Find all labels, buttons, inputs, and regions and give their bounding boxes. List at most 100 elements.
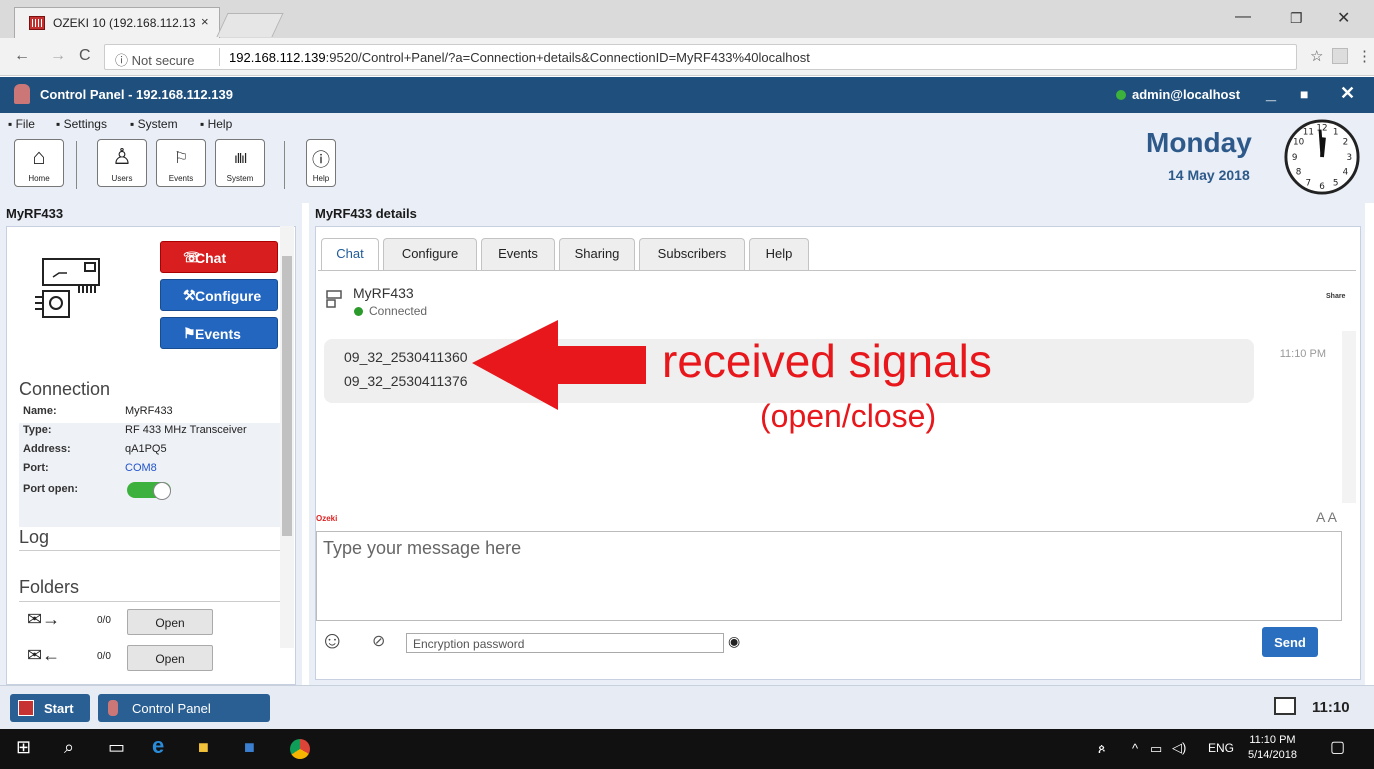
store-icon[interactable]: ■ [244,737,255,758]
tab-title: OZEKI 10 (192.168.112.13 [53,16,196,30]
volume-icon[interactable]: ◁) [1172,740,1186,756]
menu-file[interactable]: ▪ File [8,117,35,131]
svg-text:4: 4 [1343,168,1349,178]
browser-menu-icon[interactable]: ⋮ [1357,47,1372,65]
configure-button-label: Configure [195,288,262,304]
events-button[interactable]: ⚐ Events [156,139,206,187]
left-panel-scrollbar[interactable] [280,226,294,648]
close-tab-icon[interactable]: × [201,14,209,29]
forward-icon[interactable]: → [50,47,66,65]
edge-browser-icon[interactable]: e [152,733,164,759]
new-tab-button[interactable] [216,13,284,37]
start-icon [18,700,34,716]
tab-events[interactable]: Events [481,238,555,270]
configure-button[interactable]: ⚒ Configure [160,279,278,311]
port-link[interactable]: COM8 [125,462,157,474]
details-panel-body: Chat Configure Events Sharing Subscriber… [315,226,1361,680]
menu-system[interactable]: ▪ System [130,117,178,131]
system-button[interactable]: ıllıl System [215,139,265,187]
folder-count: 0/0 [97,615,111,626]
tab-chat[interactable]: Chat [321,238,379,271]
chat-button[interactable]: ☏ Chat [160,241,278,273]
encryption-password-field[interactable]: Encryption password [406,633,724,653]
tab-subscribers[interactable]: Subscribers [639,238,745,270]
help-label: Help [312,174,330,183]
browser-tab-bar: OZEKI 10 (192.168.112.13 × — ❐ ✕ [0,0,1374,38]
svg-text:10: 10 [1293,137,1304,147]
tray-chevron-icon[interactable]: ^ [1132,741,1138,756]
folders-divider [19,601,281,602]
app-close-icon[interactable]: ✕ [1340,83,1355,104]
device-small-icon [326,290,342,308]
start-button[interactable]: Start [10,694,90,722]
scrollbar-thumb[interactable] [282,256,292,536]
messages-scrollbar[interactable] [1342,331,1356,503]
url-field[interactable]: ⓘ Not secure 192.168.112.139:9520/Contro… [104,44,1297,70]
file-explorer-icon[interactable]: ■ [198,737,209,758]
tab-sharing[interactable]: Sharing [559,238,635,270]
close-window-icon[interactable]: ✕ [1337,8,1350,28]
users-button[interactable]: ♙ Users [97,139,147,187]
language-indicator[interactable]: ENG [1208,741,1234,755]
home-button[interactable]: ⌂ Home [14,139,64,187]
system-label: System [226,174,254,183]
minimize-window-icon[interactable]: — [1235,8,1251,26]
people-icon[interactable]: ጶ [1098,741,1105,757]
conn-key: Address: [23,443,71,455]
font-size-toggle[interactable]: A A [1316,509,1337,525]
open-folder-button[interactable]: Open [127,609,213,635]
url-host: 192.168.112.139 [229,50,326,65]
connection-table [19,423,281,527]
details-panel: MyRF433 details Chat Configure Events Sh… [309,203,1365,685]
tab-help[interactable]: Help [749,238,809,270]
online-status-icon [1116,90,1126,100]
menu-help-label: Help [207,117,233,131]
message-time: 11:10 PM [1279,348,1326,360]
tab-configure[interactable]: Configure [383,238,477,270]
control-panel-taskbar-button[interactable]: Control Panel [98,694,270,722]
network-icon[interactable]: ▭ [1150,741,1162,757]
day-of-week: Monday [1146,127,1252,158]
left-panel-title: MyRF433 [6,206,64,221]
search-icon[interactable]: ⌕ [64,737,74,758]
conn-value: MyRF433 [125,405,173,417]
user-account[interactable]: admin@localhost [1132,87,1240,102]
red-arrow-annotation-icon [472,320,646,410]
windows-start-icon[interactable]: ⊞ [16,737,31,758]
events-action-button[interactable]: ⚑ Events [160,317,278,349]
send-button[interactable]: Send [1262,627,1318,657]
show-password-eye-icon[interactable]: ◉ [728,633,740,650]
extension-icon[interactable] [1332,48,1348,64]
browser-tab[interactable]: OZEKI 10 (192.168.112.13 × [14,7,220,38]
chat-icon: ☏ [183,249,201,265]
share-button[interactable]: Share [1326,293,1345,300]
users-icon: ♙ [112,144,132,169]
app-maximize-icon[interactable]: ■ [1300,86,1308,102]
task-view-icon[interactable]: ▭ [108,737,125,758]
conn-key: Type: [23,424,52,436]
bookmark-star-icon[interactable]: ☆ [1310,47,1323,65]
monitor-icon[interactable] [1274,697,1296,715]
action-center-icon[interactable]: ▢ [1330,737,1345,757]
system-clock[interactable]: 11:10 PM 5/14/2018 [1248,733,1297,763]
received-message: 09_32_2530411360 [344,349,468,365]
address-bar-row: ← → C ⓘ Not secure 192.168.112.139:9520/… [0,38,1374,76]
left-panel-body: ☏ Chat ⚒ Configure ⚑ Events Connection N… [6,226,296,685]
not-secure-indicator[interactable]: ⓘ Not secure [115,50,194,69]
app-minimize-icon[interactable]: _ [1266,83,1276,104]
chrome-icon[interactable] [290,739,310,759]
message-input[interactable]: Type your message here [316,531,1342,621]
menu-help[interactable]: ▪ Help [200,117,232,131]
reload-icon[interactable]: C [79,47,91,65]
emoji-icon[interactable]: ☺ [320,627,345,655]
menu-file-label: File [15,117,35,131]
svg-text:6: 6 [1319,182,1325,192]
attachment-icon[interactable]: ⊘ [372,631,385,651]
back-icon[interactable]: ← [14,47,30,65]
menu-settings[interactable]: ▪ Settings [56,117,107,131]
toolbar-divider [284,141,285,189]
help-button[interactable]: ⓘ Help [306,139,336,187]
open-folder-button[interactable]: Open [127,645,213,671]
port-open-toggle[interactable] [127,482,171,500]
restore-window-icon[interactable]: ❐ [1290,10,1303,27]
